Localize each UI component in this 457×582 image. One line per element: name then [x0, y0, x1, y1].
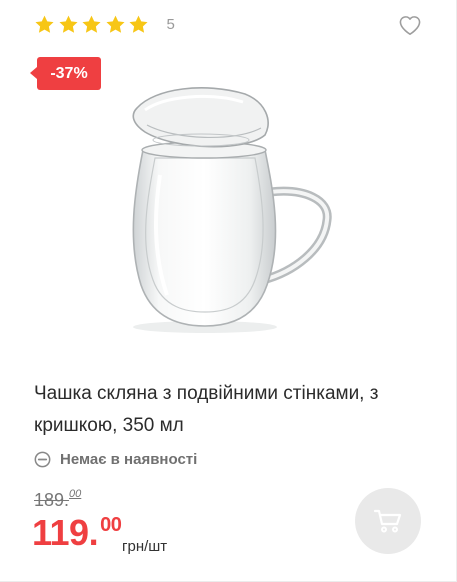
product-card: 5 -37% Чашка скляна з подвійними стінкам…: [0, 0, 457, 582]
stock-status: Немає в наявності: [34, 451, 197, 468]
old-price: 189.00: [34, 488, 82, 511]
add-to-cart-button[interactable]: [355, 488, 421, 554]
minus-circle-icon: [34, 451, 51, 468]
star-icon: [105, 14, 126, 35]
product-title[interactable]: Чашка скляна з подвійними стінками, з кр…: [34, 378, 434, 442]
star-icon: [81, 14, 102, 35]
price-unit: грн/шт: [122, 538, 168, 555]
old-price-decimal: 00: [69, 488, 82, 500]
rating: 5: [34, 14, 175, 35]
new-price-decimal: 00: [100, 514, 122, 536]
old-price-integer: 189.: [34, 490, 70, 510]
rating-count[interactable]: 5: [167, 16, 175, 33]
product-image[interactable]: [115, 80, 335, 335]
star-icon: [34, 14, 55, 35]
star-icon: [128, 14, 149, 35]
new-price-integer: 119.: [32, 512, 99, 553]
new-price: 119. 00: [32, 512, 122, 554]
heart-outline-icon: [399, 16, 421, 35]
discount-badge: -37%: [30, 57, 101, 90]
wishlist-button[interactable]: [398, 14, 422, 36]
stock-status-text: Немає в наявності: [60, 451, 198, 468]
star-icon: [58, 14, 79, 35]
shopping-cart-icon: [373, 509, 402, 533]
